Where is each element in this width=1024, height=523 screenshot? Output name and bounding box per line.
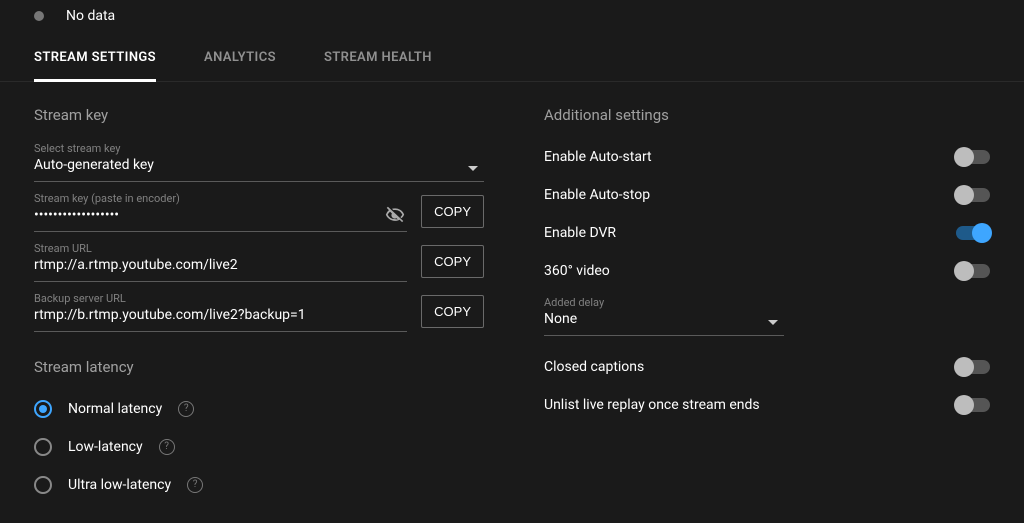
unlist-replay-toggle[interactable] [956, 398, 990, 412]
dropdown-arrow-icon [468, 166, 478, 171]
unlist-replay-label: Unlist live replay once stream ends [544, 397, 760, 413]
help-icon[interactable]: ? [187, 477, 203, 493]
stream-latency-section: Stream latency Normal latency ? Low-late… [34, 358, 484, 504]
tab-analytics[interactable]: ANALYTICS [204, 38, 276, 82]
stream-key-field[interactable]: Stream key (paste in encoder) ••••••••••… [34, 188, 407, 232]
video360-row: 360° video [544, 252, 990, 290]
latency-ultralow-option[interactable]: Ultra low-latency ? [34, 466, 484, 504]
record-dot-icon [34, 11, 44, 21]
added-delay-dropdown[interactable]: Added delay None [544, 292, 784, 336]
added-delay-label: Added delay [544, 296, 784, 309]
radio-icon [34, 400, 52, 418]
dropdown-arrow-icon [768, 320, 778, 325]
tab-stream-health[interactable]: STREAM HEALTH [324, 38, 432, 82]
auto-stop-label: Enable Auto-stop [544, 187, 650, 203]
latency-normal-label: Normal latency [68, 401, 162, 417]
select-stream-key-label: Select stream key [34, 142, 484, 155]
stream-url-field[interactable]: Stream URL rtmp://a.rtmp.youtube.com/liv… [34, 238, 407, 282]
closed-captions-toggle[interactable] [956, 360, 990, 374]
closed-captions-row: Closed captions [544, 348, 990, 386]
auto-start-label: Enable Auto-start [544, 149, 652, 165]
latency-ultralow-label: Ultra low-latency [68, 477, 171, 493]
unlist-replay-row: Unlist live replay once stream ends [544, 386, 990, 424]
radio-icon [34, 438, 52, 456]
latency-normal-option[interactable]: Normal latency ? [34, 390, 484, 428]
backup-url-field[interactable]: Backup server URL rtmp://b.rtmp.youtube.… [34, 288, 407, 332]
tab-stream-settings[interactable]: STREAM SETTINGS [34, 38, 156, 82]
stream-url-value: rtmp://a.rtmp.youtube.com/live2 [34, 257, 407, 275]
copy-stream-key-button[interactable]: COPY [421, 195, 484, 228]
dvr-toggle[interactable] [956, 226, 990, 240]
left-column: Stream key Select stream key Auto-genera… [34, 106, 484, 504]
closed-captions-label: Closed captions [544, 359, 644, 375]
top-status-bar: No data [0, 0, 1024, 38]
copy-backup-url-button[interactable]: COPY [421, 295, 484, 328]
stream-key-value: •••••••••••••••••• [34, 207, 407, 225]
auto-stop-row: Enable Auto-stop [544, 176, 990, 214]
added-delay-value: None [544, 311, 784, 329]
select-stream-key-dropdown[interactable]: Select stream key Auto-generated key [34, 138, 484, 182]
video360-toggle[interactable] [956, 264, 990, 278]
backup-url-label: Backup server URL [34, 292, 407, 305]
auto-start-toggle[interactable] [956, 150, 990, 164]
backup-url-value: rtmp://b.rtmp.youtube.com/live2?backup=1 [34, 307, 407, 325]
latency-low-label: Low-latency [68, 439, 143, 455]
visibility-off-icon[interactable] [385, 205, 405, 225]
right-column: Additional settings Enable Auto-start En… [544, 106, 990, 504]
status-text: No data [66, 8, 115, 24]
stream-key-label: Stream key (paste in encoder) [34, 192, 407, 205]
latency-low-option[interactable]: Low-latency ? [34, 428, 484, 466]
radio-icon [34, 476, 52, 494]
stream-key-title: Stream key [34, 106, 484, 124]
help-icon[interactable]: ? [159, 439, 175, 455]
help-icon[interactable]: ? [178, 401, 194, 417]
additional-settings-title: Additional settings [544, 106, 990, 124]
dvr-row: Enable DVR [544, 214, 990, 252]
copy-stream-url-button[interactable]: COPY [421, 245, 484, 278]
auto-start-row: Enable Auto-start [544, 138, 990, 176]
dvr-label: Enable DVR [544, 225, 616, 241]
tab-bar: STREAM SETTINGS ANALYTICS STREAM HEALTH [0, 38, 1024, 82]
auto-stop-toggle[interactable] [956, 188, 990, 202]
stream-latency-title: Stream latency [34, 358, 484, 376]
stream-url-label: Stream URL [34, 242, 407, 255]
select-stream-key-value: Auto-generated key [34, 157, 484, 175]
settings-content: Stream key Select stream key Auto-genera… [0, 82, 1024, 504]
video360-label: 360° video [544, 263, 610, 279]
